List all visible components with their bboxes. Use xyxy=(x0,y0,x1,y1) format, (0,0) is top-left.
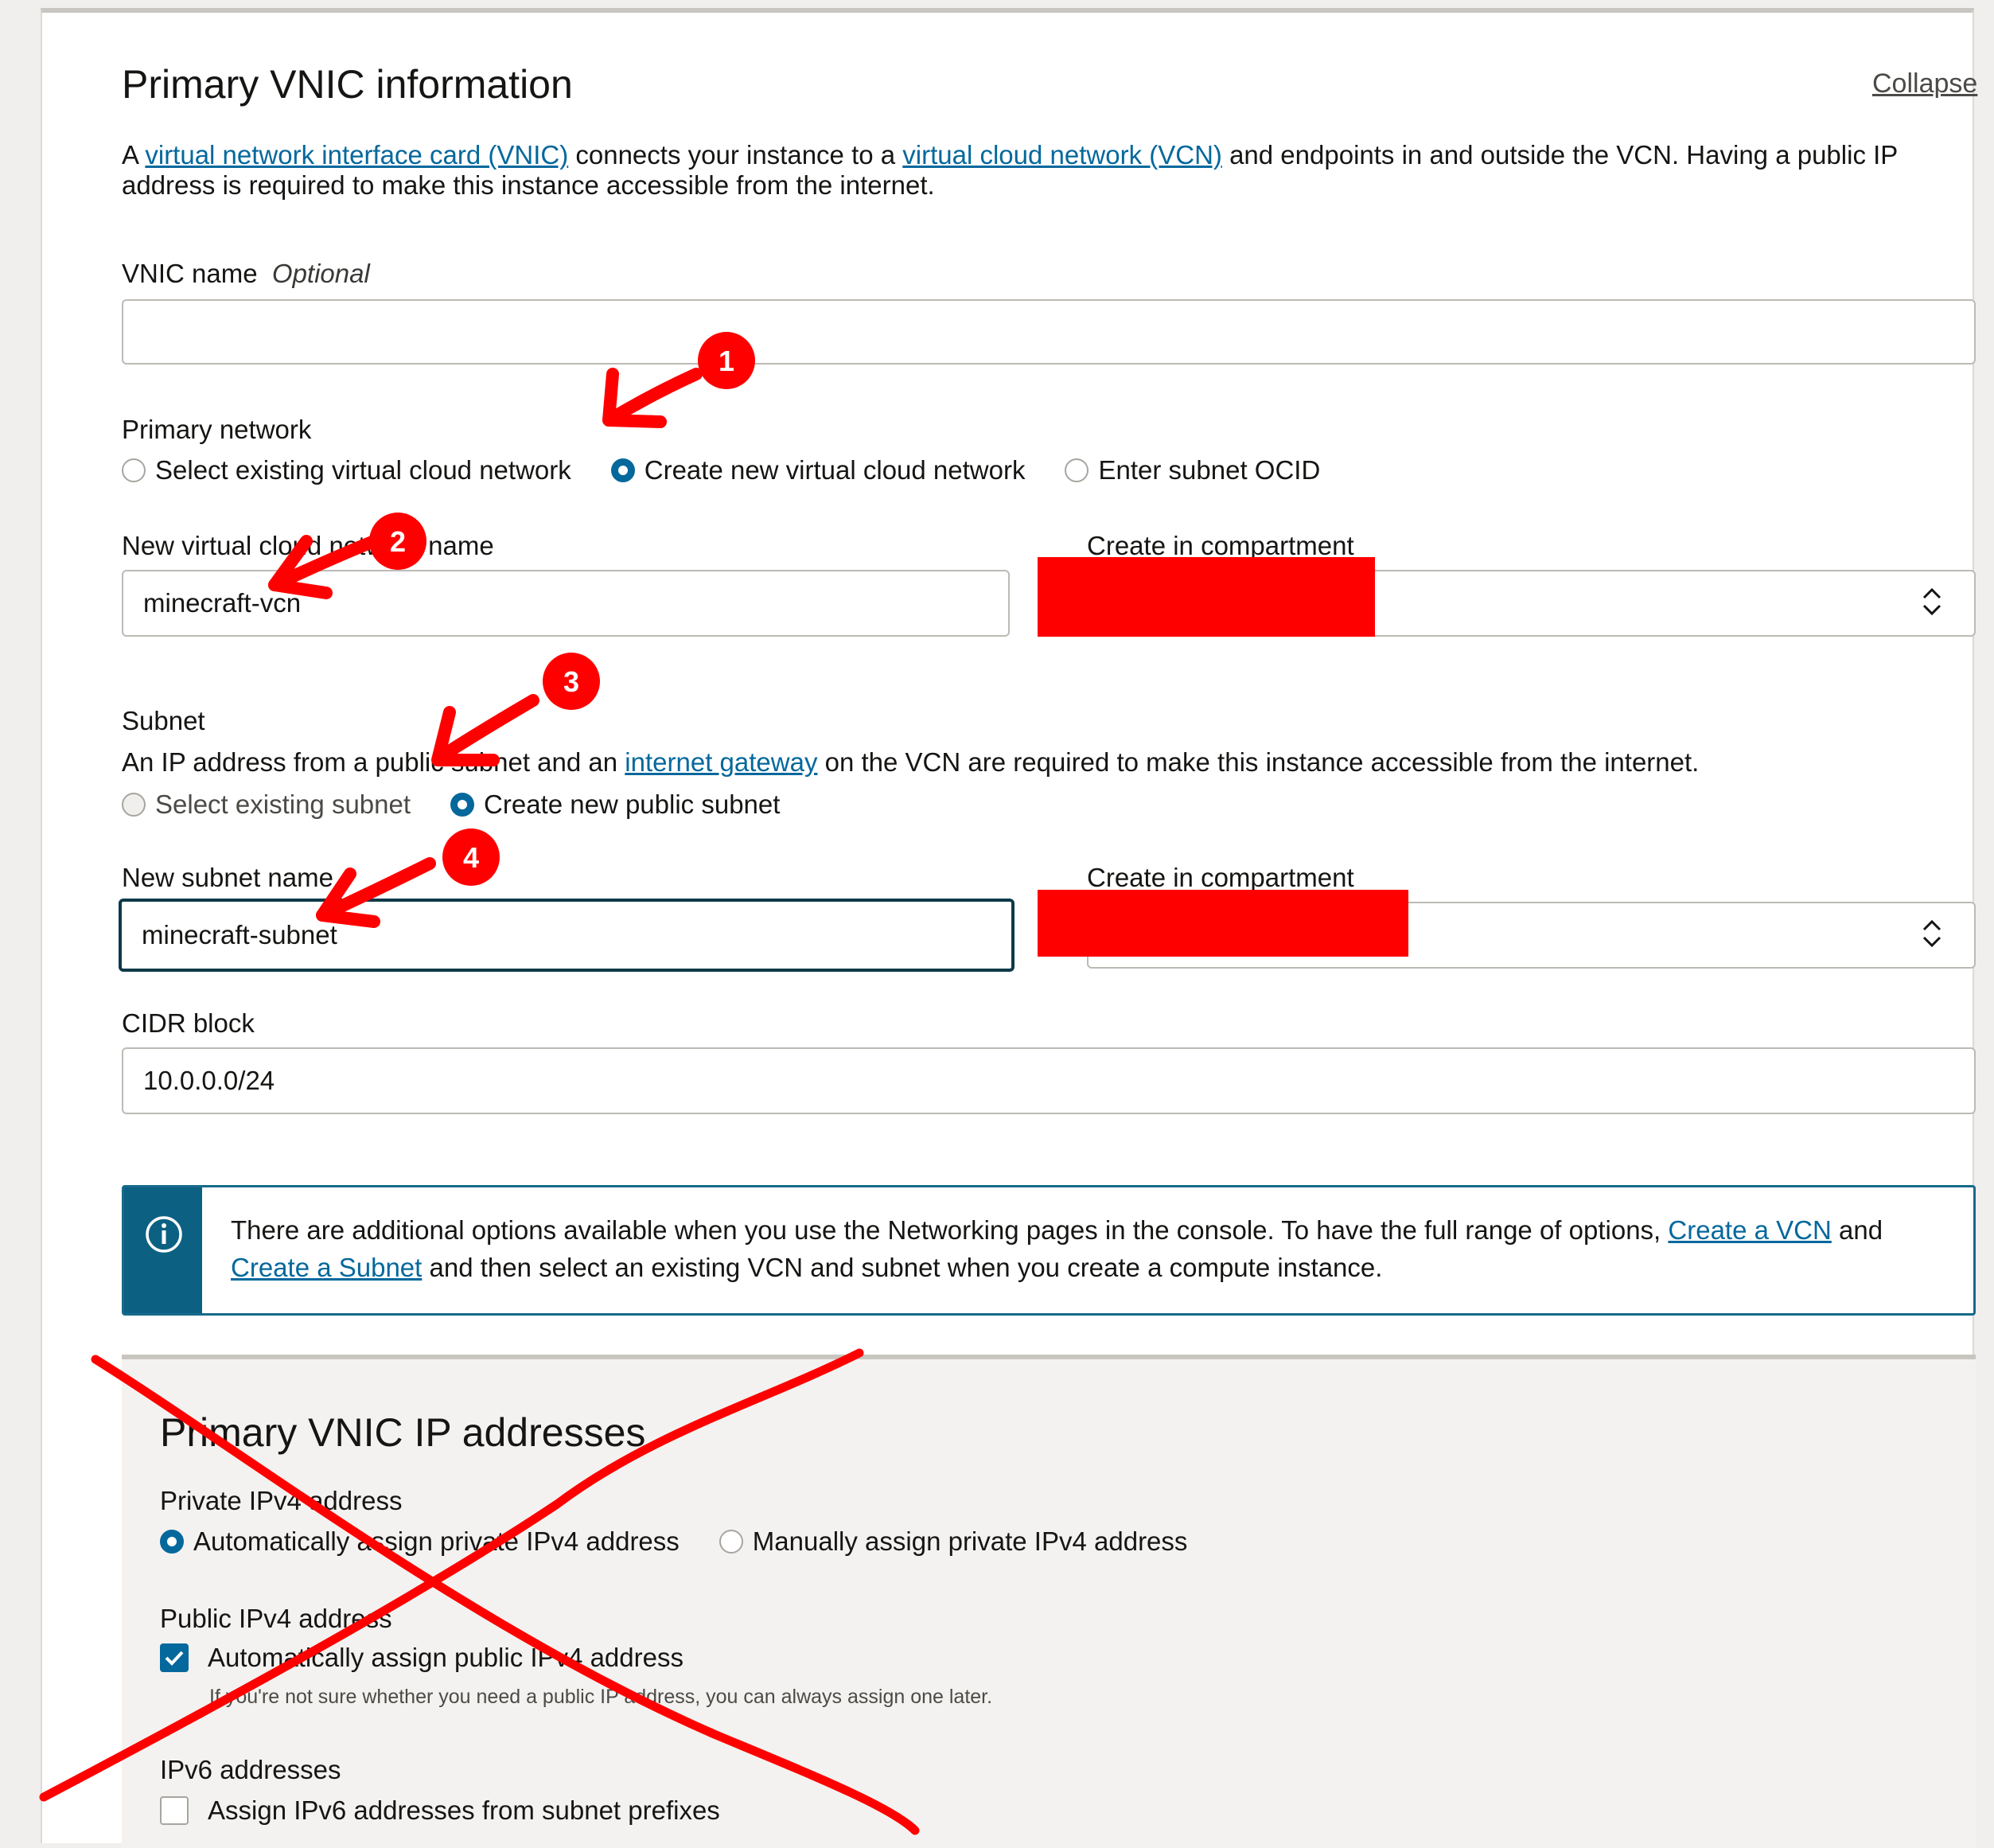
vnic-name-input[interactable] xyxy=(122,299,1976,365)
public-ipv4-label: Public IPv4 address xyxy=(160,1604,392,1633)
primary-vnic-panel: Primary VNIC information Collapse A virt… xyxy=(41,8,1977,1848)
ip-addresses-title: Primary VNIC IP addresses xyxy=(160,1410,646,1455)
private-ipv4-radio-group: Automatically assign private IPv4 addres… xyxy=(160,1526,1187,1557)
cidr-input[interactable]: 10.0.0.0/24 xyxy=(122,1047,1976,1114)
radio-circle-selected xyxy=(450,793,475,817)
checkbox-checked[interactable] xyxy=(160,1643,189,1672)
auto-public-ipv4-checkbox-row[interactable]: Automatically assign public IPv4 address xyxy=(160,1643,683,1673)
ipv6-checkbox-row[interactable]: Assign IPv6 addresses from subnet prefix… xyxy=(160,1795,720,1826)
subnet-radio-group: Select existing subnet Create new public… xyxy=(122,789,780,820)
vnic-doc-link[interactable]: virtual network interface card (VNIC) xyxy=(145,140,568,170)
cidr-label: CIDR block xyxy=(122,1008,255,1038)
info-banner-text: There are additional options available w… xyxy=(231,1215,1883,1282)
radio-select-existing-vcn[interactable]: Select existing virtual cloud network xyxy=(122,455,571,485)
radio-select-existing-subnet[interactable]: Select existing subnet xyxy=(122,789,411,820)
radio-circle xyxy=(719,1530,743,1554)
check-icon xyxy=(165,1651,184,1666)
create-vcn-link[interactable]: Create a VCN xyxy=(1668,1215,1831,1245)
ipv6-label: IPv6 addresses xyxy=(160,1755,341,1784)
section-intro: A virtual network interface card (VNIC) … xyxy=(122,140,1898,200)
subnet-compartment-label: Create in compartment xyxy=(1087,863,1354,892)
radio-auto-private-ipv4[interactable]: Automatically assign private IPv4 addres… xyxy=(160,1526,680,1557)
radio-circle xyxy=(1065,458,1089,482)
radio-create-new-vcn[interactable]: Create new virtual cloud network xyxy=(610,455,1025,485)
internet-gateway-link[interactable]: internet gateway xyxy=(625,747,817,777)
redaction-block xyxy=(1038,557,1375,637)
redaction-block xyxy=(1038,890,1408,957)
new-vcn-name-label: New virtual cloud network name xyxy=(122,531,494,560)
optional-tag: Optional xyxy=(271,259,370,288)
subnet-description: An IP address from a public subnet and a… xyxy=(122,747,1700,777)
private-ipv4-label: Private IPv4 address xyxy=(160,1486,403,1515)
subnet-label: Subnet xyxy=(122,706,205,735)
new-vcn-name-input[interactable]: minecraft-vcn xyxy=(122,570,1010,637)
public-ipv4-hint: If you're not sure whether you need a pu… xyxy=(209,1686,993,1708)
collapse-link[interactable]: Collapse xyxy=(1872,68,1977,99)
info-banner-accent xyxy=(124,1187,202,1313)
chevron-up-down-icon xyxy=(1922,919,1941,948)
vcn-doc-link[interactable]: virtual cloud network (VCN) xyxy=(902,140,1222,170)
radio-manual-private-ipv4[interactable]: Manually assign private IPv4 address xyxy=(719,1526,1187,1557)
radio-enter-subnet-ocid[interactable]: Enter subnet OCID xyxy=(1065,455,1320,485)
new-subnet-name-label: New subnet name xyxy=(122,863,333,892)
checkbox-unchecked[interactable] xyxy=(160,1796,189,1825)
radio-circle-selected xyxy=(160,1530,184,1554)
section-title: Primary VNIC information xyxy=(122,62,573,107)
ip-addresses-panel: Primary VNIC IP addresses Private IPv4 a… xyxy=(122,1355,1976,1848)
vnic-name-label: VNIC name Optional xyxy=(122,259,370,288)
create-subnet-link[interactable]: Create a Subnet xyxy=(231,1253,422,1282)
radio-circle-selected xyxy=(610,458,635,482)
chevron-up-down-icon xyxy=(1922,587,1941,616)
new-subnet-name-input[interactable]: minecraft-subnet xyxy=(119,899,1015,972)
primary-network-label: Primary network xyxy=(122,415,312,444)
info-banner: There are additional options available w… xyxy=(122,1185,1976,1316)
radio-create-new-public-subnet[interactable]: Create new public subnet xyxy=(450,789,780,820)
radio-circle xyxy=(122,793,146,817)
primary-network-radio-group: Select existing virtual cloud network Cr… xyxy=(122,455,1320,485)
info-circle-icon xyxy=(146,1216,182,1253)
radio-circle xyxy=(122,458,146,482)
